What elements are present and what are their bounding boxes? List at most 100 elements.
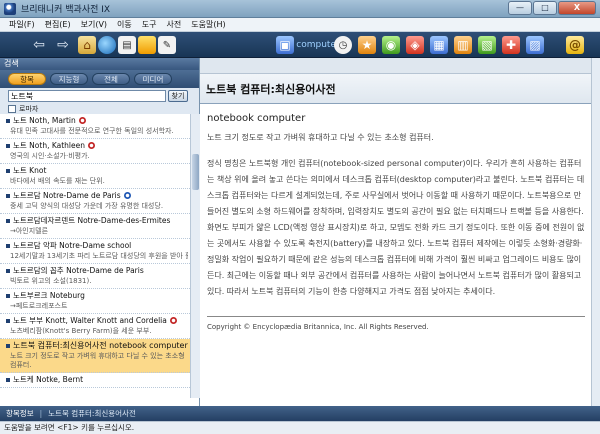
result-desc: →페트로크레포스트: [10, 302, 68, 310]
info-tab[interactable]: 항목정보: [0, 408, 40, 419]
menu-tools[interactable]: 도구: [137, 19, 162, 30]
image-icon[interactable]: [138, 36, 156, 54]
media-icon[interactable]: ▥: [454, 36, 472, 54]
menu-help[interactable]: 도움말(H): [186, 19, 230, 30]
list-item[interactable]: 노트부르크 Noteburg →페트로크레포스트: [0, 289, 190, 314]
tab-all[interactable]: 전체: [92, 73, 130, 85]
person-icon: [78, 117, 86, 124]
result-title: 노트 Noth, Kathleen: [13, 141, 85, 150]
home-icon[interactable]: ⌂: [78, 36, 96, 54]
dictionary-icon[interactable]: ◈: [406, 36, 424, 54]
article-header: 노트북 컴퓨터:최신용어사전: [200, 74, 591, 104]
bookmark-icon[interactable]: ✎: [158, 36, 176, 54]
copyright-text: Copyright © Encyclopædia Britannica, Inc…: [207, 323, 429, 331]
list-item[interactable]: 노트르담의 꼽추 Notre-Dame de Paris 빅토르 위고의 소설(…: [0, 264, 190, 289]
list-item[interactable]: 노트르담 악파 Notre-Dame school 12세기말과 13세기초 파…: [0, 239, 190, 264]
email-icon[interactable]: @: [566, 36, 584, 54]
result-title: 노트 부부 Knott, Walter Knott and Cordelia: [13, 316, 167, 325]
print-icon[interactable]: ▨: [526, 36, 544, 54]
list-item[interactable]: 노트르담데자르덴트 Notre-Dame-des-Ermites →아인지델른: [0, 214, 190, 239]
bullet-icon: [6, 343, 10, 348]
list-item[interactable]: 노트 Knot 바다에서 배의 속도를 재는 단위.: [0, 164, 190, 189]
quiz-icon[interactable]: ▧: [478, 36, 496, 54]
window-controls: — □ X: [508, 1, 596, 15]
document-icon[interactable]: ▤: [118, 36, 136, 54]
result-desc: 유대 민족 고대사를 전문적으로 연구한 독일의 성서학자.: [10, 127, 174, 135]
divider: [207, 316, 585, 317]
article-scrollbar[interactable]: [591, 58, 600, 406]
bullet-icon: [6, 168, 10, 173]
info-bar: 항목정보 | 노트북 컴퓨터:최신용어사전: [0, 406, 600, 421]
bullet-icon: [6, 193, 10, 198]
result-desc: 노츠베리팜(Knott's Berry Farm)을 세운 부부.: [10, 327, 152, 335]
list-item[interactable]: 노트 부부 Knott, Walter Knott and Cordelia 노…: [0, 314, 190, 339]
menu-file[interactable]: 파일(F): [4, 19, 40, 30]
romanization-option: 로마자: [0, 104, 199, 114]
result-scrollbar[interactable]: [190, 114, 200, 398]
article-lead: 노트 크기 정도로 작고 가벼워 휴대하고 다닐 수 있는 초소형 컴퓨터.: [207, 133, 434, 142]
status-bar: 도움말을 보려면 <F1> 키를 누르십시오.: [0, 421, 600, 434]
result-list[interactable]: 노트 Noth, Martin 유대 민족 고대사를 전문적으로 연구한 독일의…: [0, 114, 190, 398]
result-title: 노트 Knot: [13, 166, 47, 175]
list-item-selected[interactable]: 노트북 컴퓨터:최신용어사전 notebook computer 노트 크기 정…: [0, 339, 190, 373]
result-title: 노트 Noth, Martin: [13, 116, 76, 125]
close-button[interactable]: X: [558, 1, 596, 15]
notes-icon[interactable]: ▣: [276, 36, 294, 54]
result-desc: 노트 크기 정도로 작고 가벼워 휴대하고 다닐 수 있는 초소형 컴퓨터.: [10, 352, 185, 369]
result-title: 노트르담의 꼽추 Notre-Dame de Paris: [13, 266, 144, 275]
minimize-button[interactable]: —: [508, 1, 532, 15]
search-button[interactable]: 찾기: [168, 90, 188, 102]
result-title: 노트르담 Notre-Dame de Paris: [13, 191, 121, 200]
menu-go[interactable]: 이동: [112, 19, 137, 30]
article-english-title: notebook computer: [207, 113, 306, 124]
list-item[interactable]: 노트르담 Notre-Dame de Paris 중세 고딕 양식의 대성당 가…: [0, 189, 190, 214]
result-title: 노트북 컴퓨터:최신용어사전 notebook computer: [13, 341, 188, 350]
list-item[interactable]: 노트 Noth, Kathleen 영국의 시인·소설가·비평가.: [0, 139, 190, 164]
menu-edit[interactable]: 편집(E): [40, 19, 76, 30]
search-row: 찾기: [0, 88, 199, 104]
globe-icon[interactable]: ◉: [382, 36, 400, 54]
window-title: 브리태니커 백과사전 IX: [21, 5, 111, 15]
bullet-icon: [6, 268, 10, 273]
result-title: 노트르담데자르덴트 Notre-Dame-des-Ermites: [13, 216, 171, 225]
article-text: 정식 명칭은 노트북형 개인 컴퓨터(notebook-sized person…: [207, 159, 585, 296]
world-icon[interactable]: [98, 36, 116, 54]
search-panel: 검색 항목 지능형 전체 미디어 찾기 로마자 노트 Noth, Martin …: [0, 58, 200, 406]
bullet-icon: [6, 218, 10, 223]
clock-icon[interactable]: ◷: [334, 36, 352, 54]
article-title: 노트북 컴퓨터:최신용어사전: [206, 82, 336, 96]
help-icon[interactable]: ✚: [502, 36, 520, 54]
list-item[interactable]: 노트 Noth, Martin 유대 민족 고대사를 전문적으로 연구한 독일의…: [0, 114, 190, 139]
person-icon: [88, 142, 95, 149]
romanization-checkbox[interactable]: [8, 105, 16, 113]
bullet-icon: [6, 318, 10, 323]
romanization-label: 로마자: [19, 105, 39, 113]
tab-smart[interactable]: 지능형: [50, 73, 88, 85]
menu-bar: 파일(F) 편집(E) 보기(V) 이동 도구 사전 도움말(H): [0, 18, 600, 32]
scrollbar-thumb[interactable]: [192, 154, 199, 190]
search-header: 검색: [0, 58, 199, 70]
article-panel: 노트북 컴퓨터:최신용어사전 notebook computer 노트 크기 정…: [200, 58, 591, 406]
menu-view[interactable]: 보기(V): [76, 19, 112, 30]
tab-media[interactable]: 미디어: [134, 73, 172, 85]
article-toolbar: [200, 58, 591, 74]
search-tabs: 항목 지능형 전체 미디어: [0, 70, 199, 88]
star-icon[interactable]: ★: [358, 36, 376, 54]
person-icon: [169, 317, 177, 324]
result-desc: 빅토르 위고의 소설(1831).: [10, 277, 92, 285]
list-item[interactable]: 노트케 Notke, Bernt: [0, 373, 190, 388]
search-input[interactable]: [8, 90, 166, 102]
bullet-icon: [6, 293, 10, 298]
menu-dictionary[interactable]: 사전: [162, 19, 187, 30]
result-desc: 중세 고딕 양식의 대성당 가운데 가장 유명한 대성당.: [10, 202, 164, 210]
atlas-icon[interactable]: ▦: [430, 36, 448, 54]
tab-entry[interactable]: 항목: [8, 73, 46, 85]
result-desc: →아인지델른: [10, 227, 49, 235]
bullet-icon: [6, 143, 10, 148]
maximize-button[interactable]: □: [533, 1, 557, 15]
back-icon[interactable]: ⇦: [30, 36, 48, 54]
article-body: notebook computer 노트 크기 정도로 작고 가벼워 휴대하고 …: [200, 104, 591, 331]
result-desc: 12세기말과 13세기초 파리 노트르담 대성당의 후원을 받아 활동한 작곡가…: [10, 252, 188, 260]
forward-icon[interactable]: ⇨: [54, 36, 72, 54]
bullet-icon: [6, 118, 10, 123]
